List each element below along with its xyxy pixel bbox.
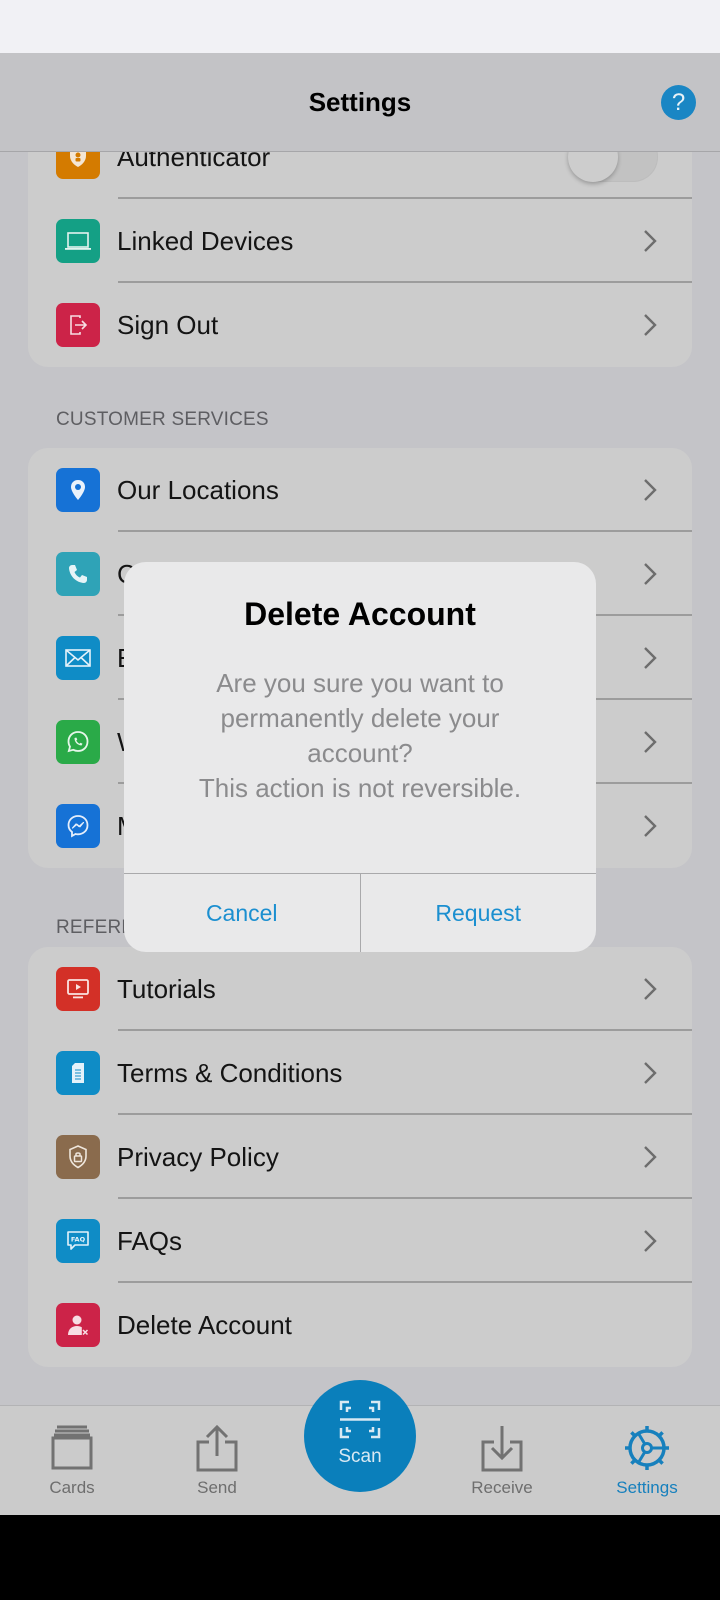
tab-cards[interactable]: Cards — [12, 1406, 132, 1515]
dialog-message-line: Are you sure you want to — [216, 668, 504, 698]
dialog-title: Delete Account — [244, 596, 476, 632]
settings-item-label: Delete Account — [117, 1309, 292, 1340]
receive-icon — [481, 1426, 523, 1472]
messenger-icon — [56, 804, 100, 848]
tab-send[interactable]: Send — [157, 1406, 277, 1515]
whatsapp-icon — [56, 720, 100, 764]
chevron-right-icon — [644, 647, 657, 669]
help-button[interactable]: ? — [661, 85, 696, 120]
chevron-right-icon — [644, 978, 657, 1000]
settings-item-label: FAQs — [117, 1225, 183, 1256]
settings-item-delete-account[interactable]: Delete Account — [28, 1283, 692, 1367]
dialog-message-line: account? — [307, 738, 413, 768]
chevron-right-icon — [644, 1230, 657, 1252]
section-header-reference: REFERE — [56, 917, 135, 938]
chevron-right-icon — [644, 815, 657, 837]
tutorial-screen-icon — [56, 967, 100, 1011]
tab-label: Settings — [616, 1478, 678, 1497]
settings-item-our-locations[interactable]: Our Locations — [28, 448, 692, 532]
dialog-message-line: This action is not reversible. — [198, 773, 522, 803]
settings-item-faqs[interactable]: FAQ FAQs — [28, 1199, 692, 1283]
status-bar — [0, 0, 720, 53]
settings-item-tutorials[interactable]: Tutorials — [28, 947, 692, 1031]
tab-label: Receive — [471, 1478, 533, 1497]
sign-out-icon — [56, 303, 100, 347]
scan-icon — [339, 1400, 381, 1439]
chevron-right-icon — [644, 314, 657, 336]
settings-item-label: Tutorials — [117, 973, 216, 1004]
tab-label: Send — [197, 1478, 237, 1497]
dialog-message: Are you sure you want to permanently del… — [154, 666, 566, 806]
phone-icon — [56, 552, 100, 596]
section-header-customer-services: CUSTOMER SERVICES — [56, 409, 269, 430]
chevron-right-icon — [644, 1062, 657, 1084]
location-pin-icon — [56, 468, 100, 512]
dialog-actions: Cancel Request — [124, 873, 596, 952]
chevron-right-icon — [644, 731, 657, 753]
delete-user-icon — [56, 1303, 100, 1347]
account-group: Authenticator Linked Devices Sign Out — [28, 115, 692, 367]
settings-item-label: Linked Devices — [117, 225, 294, 256]
scan-button[interactable]: Scan — [304, 1380, 416, 1492]
tab-receive[interactable]: Receive — [442, 1406, 562, 1515]
settings-item-linked-devices[interactable]: Linked Devices — [28, 199, 692, 283]
delete-account-dialog: Delete Account Are you sure you want to … — [124, 562, 596, 952]
lock-shield-icon — [56, 1135, 100, 1179]
settings-item-label: Terms & Conditions — [117, 1057, 343, 1088]
settings-item-privacy-policy[interactable]: Privacy Policy — [28, 1115, 692, 1199]
scan-label: Scan — [338, 1446, 382, 1467]
settings-item-label: Our Locations — [117, 474, 279, 505]
reference-group: Tutorials Terms & Conditions Privacy Pol… — [28, 947, 692, 1367]
settings-screen: Settings ? Authenticator Linked Devices — [0, 53, 720, 1515]
laptop-icon — [56, 219, 100, 263]
mail-icon — [56, 636, 100, 680]
settings-item-terms[interactable]: Terms & Conditions — [28, 1031, 692, 1115]
cards-icon — [51, 1425, 93, 1470]
tab-label: Cards — [49, 1478, 95, 1497]
tab-settings[interactable]: Settings — [587, 1406, 707, 1515]
dialog-message-line: permanently delete your — [220, 703, 500, 733]
cancel-button[interactable]: Cancel — [124, 874, 360, 952]
svg-text:FAQ: FAQ — [71, 1236, 86, 1244]
chevron-right-icon — [644, 563, 657, 585]
send-icon — [196, 1424, 238, 1472]
settings-item-label: Sign Out — [117, 309, 219, 340]
chevron-right-icon — [644, 479, 657, 501]
page-title: Settings — [308, 86, 412, 117]
settings-item-label: Privacy Policy — [117, 1141, 279, 1172]
question-icon: ? — [671, 88, 686, 116]
chevron-right-icon — [644, 230, 657, 252]
faq-bubble-icon: FAQ — [56, 1219, 100, 1263]
chevron-right-icon — [644, 1146, 657, 1168]
request-button[interactable]: Request — [359, 874, 597, 952]
document-icon — [56, 1051, 100, 1095]
nav-header: Settings ? — [0, 53, 720, 152]
settings-item-sign-out[interactable]: Sign Out — [28, 283, 692, 367]
settings-gear-icon — [625, 1426, 669, 1470]
